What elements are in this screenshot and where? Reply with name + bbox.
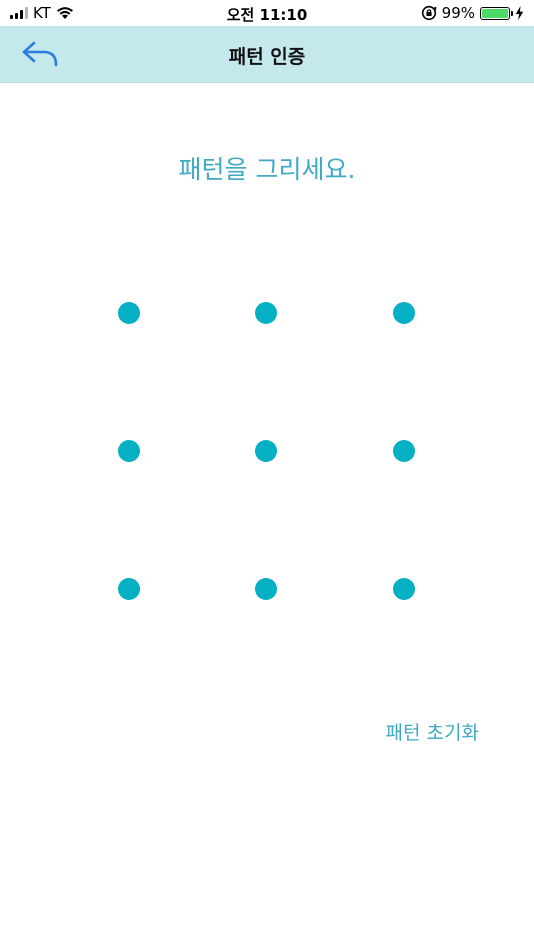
pattern-dot-5[interactable] — [255, 440, 277, 462]
charging-icon — [515, 6, 524, 20]
pattern-dot-3[interactable] — [393, 302, 415, 324]
pattern-dot-7[interactable] — [118, 578, 140, 600]
battery-percent: 99% — [441, 4, 475, 22]
status-bar: KT 오전 11:10 99% — [0, 0, 534, 26]
pattern-prompt: 패턴을 그리세요. — [178, 155, 356, 184]
pattern-dot-9[interactable] — [393, 578, 415, 600]
battery-icon — [480, 6, 513, 20]
battery-fill — [482, 8, 508, 18]
orientation-lock-icon — [421, 5, 437, 21]
pattern-dot-6[interactable] — [393, 440, 415, 462]
status-right: 99% — [421, 4, 524, 22]
pattern-grid[interactable] — [0, 0, 534, 950]
navigation-bar: 패턴 인증 — [0, 26, 534, 83]
page-title: 패턴 인증 — [228, 46, 306, 68]
pattern-dot-2[interactable] — [255, 302, 277, 324]
pattern-dot-1[interactable] — [118, 302, 140, 324]
pattern-dot-4[interactable] — [118, 440, 140, 462]
reset-pattern-button[interactable]: 패턴 초기화 — [386, 718, 479, 745]
pattern-dot-8[interactable] — [255, 578, 277, 600]
